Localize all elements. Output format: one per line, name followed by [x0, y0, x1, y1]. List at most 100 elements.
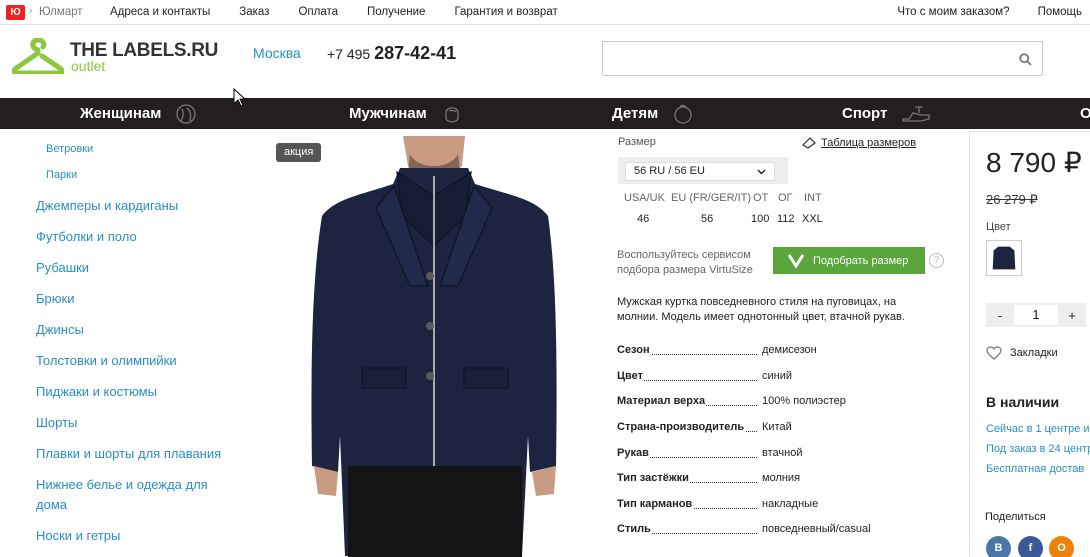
product-description: Мужская куртка повседневного стиля на пу…: [617, 295, 937, 325]
spec-row: Рукав втачной: [617, 447, 937, 461]
phone-number: +7 495 287-42-41: [327, 43, 456, 64]
city-selector[interactable]: Москва: [253, 45, 301, 61]
nav-men-label: Мужчинам: [349, 105, 427, 122]
ulmart-link[interactable]: Юлмарт: [39, 6, 83, 18]
sidebar-item-jeans[interactable]: Джинсы: [36, 322, 84, 337]
sidebar-item-socks[interactable]: Носки и гетры: [36, 528, 120, 543]
phone-main: 287-42-41: [374, 43, 457, 63]
sidebar-item-tshirts[interactable]: Футболки и поло: [36, 229, 137, 244]
stock-link-delivery[interactable]: Бесплатная достав: [986, 463, 1084, 475]
size-value-usa: 46: [637, 213, 650, 225]
facebook-icon[interactable]: f: [1018, 536, 1043, 557]
qty-plus-button[interactable]: +: [1058, 308, 1086, 323]
share-label: Поделиться: [985, 511, 1046, 523]
size-header-ot: ОТ: [753, 192, 769, 204]
sidebar-item-underwear[interactable]: Нижнее белье и одежда для: [36, 477, 208, 492]
sidebar-item-hoodies[interactable]: Толстовки и олимпийки: [36, 353, 177, 368]
spec-value: молния: [761, 472, 801, 484]
sidebar-item-swimwear[interactable]: Плавки и шорты для плавания: [36, 446, 221, 461]
ulmart-logo[interactable]: Ю: [6, 5, 25, 20]
search-icon[interactable]: [1019, 53, 1032, 66]
spec-key: Страна-производитель: [617, 421, 746, 433]
nav-kids[interactable]: Детям: [612, 98, 694, 129]
spec-value: демисезон: [761, 344, 817, 356]
sidebar-item-trousers[interactable]: Брюки: [36, 291, 74, 306]
add-to-favorites[interactable]: Закладки: [986, 346, 1058, 360]
chevron-right-icon: ›: [29, 5, 33, 17]
sidebar-item-shorts[interactable]: Шорты: [36, 415, 77, 430]
spec-row: Цвет синий: [617, 370, 937, 384]
sneaker-icon: [902, 105, 931, 122]
color-swatch[interactable]: [986, 240, 1022, 276]
size-table-link[interactable]: Таблица размеров: [802, 137, 916, 149]
sidebar-item-underwear-line2[interactable]: дома: [36, 497, 67, 512]
spec-row: Страна-производитель Китай: [617, 421, 937, 435]
promo-badge: акция: [276, 143, 322, 162]
size-value-og: 112: [777, 213, 795, 225]
virtusize-text: Воспользуйтесь сервисом подбора размера …: [617, 248, 767, 278]
nav-more[interactable]: О: [1080, 98, 1090, 129]
spec-row: Тип застёжки молния: [617, 472, 937, 486]
vk-icon[interactable]: В: [986, 536, 1011, 557]
search-input[interactable]: [603, 42, 1003, 75]
spec-value: накладные: [761, 498, 819, 510]
qty-minus-button[interactable]: -: [986, 308, 1014, 323]
hanger-logo-icon[interactable]: [12, 38, 64, 74]
spec-value: синий: [761, 370, 793, 382]
help-link[interactable]: Помощь: [1038, 6, 1082, 18]
woman-icon: [176, 103, 196, 124]
virtusize-v-icon: [787, 254, 805, 269]
virtusize-text-line1: Воспользуйтесь сервисом: [617, 249, 751, 261]
search-box: [602, 41, 1043, 76]
spec-row: Стиль повседневный/casual: [617, 523, 937, 537]
nav-women[interactable]: Женщинам: [80, 98, 197, 129]
site-logo-subtitle: outlet: [71, 58, 106, 74]
virtusize-text-line2: подбора размера VirtuSize: [617, 264, 753, 276]
description-line1: Мужская куртка повседневного стиля на пу…: [617, 296, 897, 308]
spec-row: Тип карманов накладные: [617, 498, 937, 512]
virtusize-button-label: Подобрать размер: [813, 254, 909, 267]
virtusize-button[interactable]: Подобрать размер: [773, 247, 925, 274]
sidebar-item-shirts[interactable]: Рубашки: [36, 260, 89, 275]
stock-link-now[interactable]: Сейчас в 1 центре и: [986, 423, 1090, 435]
chevron-down-icon: [757, 169, 766, 175]
top-links: Адреса и контакты Заказ Оплата Получение…: [110, 6, 558, 18]
size-select-value[interactable]: 56 RU / 56 EU: [625, 162, 775, 181]
spec-row: Сезон демисезон: [617, 344, 937, 358]
heart-icon: [986, 346, 1002, 360]
nav-sport[interactable]: Спорт: [842, 98, 931, 129]
sidebar-item-parkas[interactable]: Парки: [46, 169, 77, 181]
stock-link-order[interactable]: Под заказ в 24 центр: [986, 443, 1090, 455]
sidebar-item-windbreakers[interactable]: Ветровки: [46, 143, 93, 155]
help-icon[interactable]: ?: [929, 253, 944, 268]
size-header-eu: EU (FR/GER/IT): [671, 192, 752, 204]
description-line2: молнии. Модель имеет однотонный цвет, вт…: [617, 311, 905, 323]
top-link-addresses[interactable]: Адреса и контакты: [110, 6, 210, 18]
spec-row: Материал верха 100% полиэстер: [617, 395, 937, 409]
top-link-payment[interactable]: Оплата: [298, 6, 338, 18]
sidebar-item-blazers[interactable]: Пиджаки и костюмы: [36, 384, 157, 399]
spec-value: 100% полиэстер: [761, 395, 846, 407]
qty-input[interactable]: 1: [1014, 305, 1058, 325]
size-value-ot: 100: [751, 213, 770, 225]
spec-value: втачной: [761, 447, 803, 459]
spec-key: Материал верха: [617, 395, 707, 407]
size-table-link-label: Таблица размеров: [821, 137, 917, 149]
odnoklassniki-icon[interactable]: О: [1049, 536, 1074, 557]
product-photo[interactable]: [300, 136, 570, 557]
top-link-delivery[interactable]: Получение: [367, 6, 425, 18]
quantity-stepper: - 1 +: [986, 303, 1086, 327]
ruler-icon: [802, 137, 816, 149]
top-bar: Ю › Юлмарт Адреса и контакты Заказ Оплат…: [0, 0, 1090, 25]
nav-men[interactable]: Мужчинам: [349, 98, 463, 129]
nav-sport-label: Спорт: [842, 105, 888, 122]
top-link-warranty[interactable]: Гарантия и возврат: [454, 6, 557, 18]
spec-value: повседневный/casual: [761, 523, 871, 535]
stock-title: В наличии: [986, 394, 1060, 410]
size-select[interactable]: 56 RU / 56 EU: [618, 157, 788, 184]
nav-kids-label: Детям: [612, 105, 659, 122]
old-price: 26 279 ₽: [986, 192, 1038, 207]
sidebar-item-jumpers[interactable]: Джемперы и кардиганы: [36, 198, 178, 213]
order-status-link[interactable]: Что с моим заказом?: [897, 6, 1009, 18]
top-link-order[interactable]: Заказ: [239, 6, 269, 18]
